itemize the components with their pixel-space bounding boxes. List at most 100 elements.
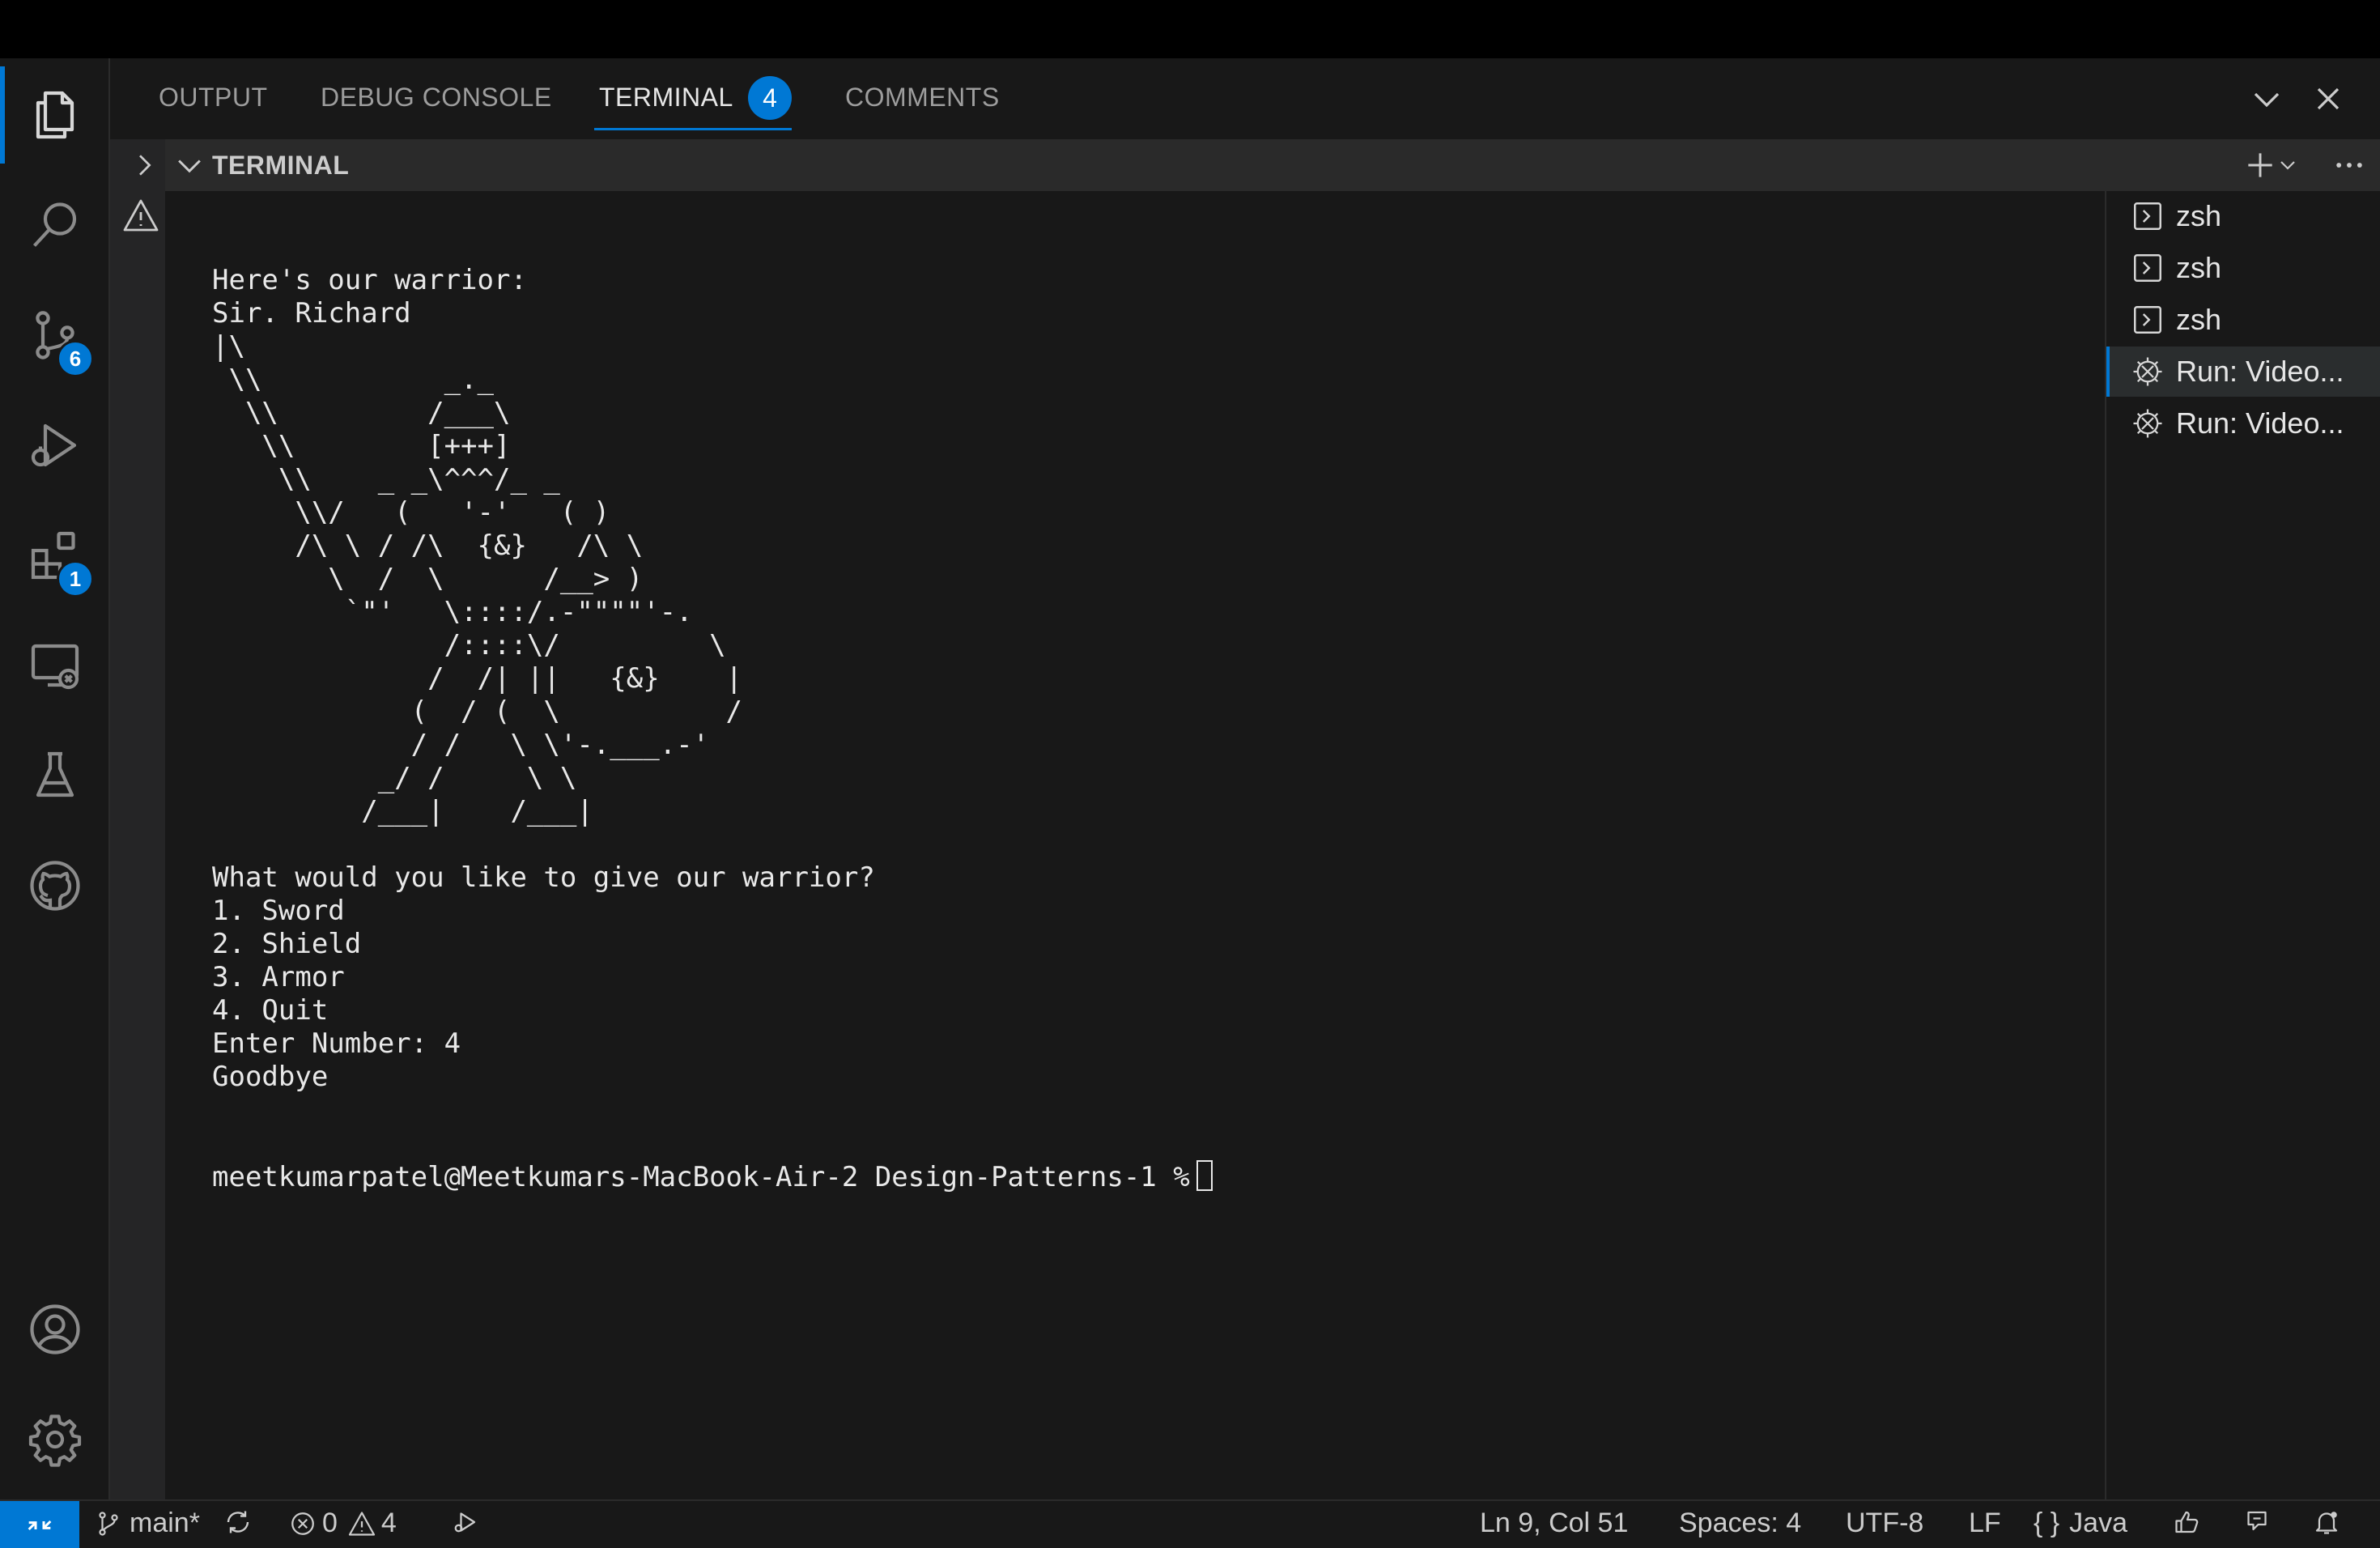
terminal-line: / / \ \'-.___.-': [212, 729, 710, 761]
run-debug-button[interactable]: [0, 397, 110, 494]
activity-bar: 6 1: [0, 58, 110, 1499]
warning-icon[interactable]: [121, 196, 160, 235]
terminal-line: What would you like to give our warrior?: [212, 861, 875, 894]
terminal-line: \\ /___\: [212, 397, 511, 429]
terminal-line: /___| /___|: [212, 795, 593, 827]
terminal-section-title: TERMINAL: [212, 151, 350, 180]
git-branch-icon: [99, 1511, 118, 1536]
thumbs-up-icon: [2175, 1511, 2199, 1533]
live-share-icon: [2247, 1511, 2267, 1531]
close-icon[interactable]: [2309, 79, 2348, 118]
terminal-list-label: zsh: [2176, 199, 2222, 232]
terminal-output: Here's our warrior: Sir. Richard |\ \\ _._…: [212, 198, 1213, 1261]
active-tab-indicator: [594, 128, 792, 130]
terminal-list-item[interactable]: Run: Video...: [2106, 398, 2380, 449]
terminal-line: Sir. Richard: [212, 297, 411, 330]
language-mode[interactable]: { } Java: [2034, 1508, 2127, 1539]
bell-icon: [2315, 1512, 2338, 1534]
notifications-button[interactable]: [2312, 1508, 2341, 1537]
terminal-line: 3. Armor: [212, 961, 345, 993]
add-terminal-icon[interactable]: [2242, 147, 2278, 183]
flask-icon: [36, 751, 74, 797]
branch-status[interactable]: main*: [94, 1508, 200, 1539]
manage-button[interactable]: [0, 1391, 110, 1488]
chevron-down-icon[interactable]: [172, 147, 207, 183]
more-actions-icon[interactable]: [2331, 147, 2367, 183]
feedback-button[interactable]: [2173, 1508, 2202, 1537]
terminal-line: 1. Sword: [212, 895, 345, 927]
indentation[interactable]: Spaces: 4: [1679, 1508, 1801, 1539]
github-button[interactable]: [0, 837, 110, 934]
sync-icon: [227, 1511, 249, 1533]
remote-explorer-icon: [31, 644, 79, 690]
tab-comments[interactable]: COMMENTS: [845, 83, 1000, 113]
extensions-button[interactable]: 1: [0, 507, 110, 604]
search-icon: [32, 202, 77, 247]
tab-output[interactable]: OUTPUT: [159, 83, 268, 113]
debug-icon: [2133, 409, 2162, 438]
terminal-line: \\ _._: [212, 364, 494, 396]
terminal-icon: [2134, 306, 2161, 334]
terminal-line: `"' \::::/.-""""'-.: [212, 596, 693, 628]
terminal-line: /::::\/ \: [212, 629, 726, 661]
search-button[interactable]: [0, 176, 110, 274]
status-bar: main* 0 4 Ln 9, Col 51 Spaces: 4 UTF-8 L…: [0, 1499, 2380, 1548]
branch-name: main*: [130, 1508, 200, 1538]
error-icon: [291, 1512, 314, 1535]
chevron-down-icon[interactable]: [2275, 147, 2301, 183]
terminal-icon: [2134, 202, 2161, 230]
extensions-badge: 1: [57, 560, 94, 598]
tab-debug-console[interactable]: DEBUG CONSOLE: [321, 83, 552, 113]
sync-button[interactable]: [223, 1508, 253, 1537]
terminal-line: _/ / \ \: [212, 762, 577, 794]
panel-gutter: [110, 139, 165, 1499]
chevron-down-icon[interactable]: [2247, 79, 2286, 118]
remote-icon: [28, 1520, 52, 1531]
error-count: 0: [322, 1508, 338, 1538]
terminal-line: /\ \ / /\ {&} /\ \: [212, 529, 644, 562]
explorer-button[interactable]: [0, 66, 110, 164]
terminal-list-label: zsh: [2176, 303, 2222, 336]
language-glyph: { }: [2034, 1508, 2060, 1538]
source-control-badge: 6: [57, 340, 94, 377]
source-control-button[interactable]: 6: [0, 287, 110, 384]
problems-status[interactable]: 0 4: [288, 1508, 397, 1539]
accounts-button[interactable]: [0, 1281, 110, 1378]
chevron-right-icon[interactable]: [128, 149, 160, 181]
end-of-line[interactable]: LF: [1969, 1508, 2001, 1539]
terminal-list-item[interactable]: Run: Video...: [2106, 347, 2380, 397]
run-debug-icon: [454, 1512, 476, 1533]
terminal-line: \\ _ _\^^^/_ _: [212, 463, 560, 495]
encoding[interactable]: UTF-8: [1846, 1508, 1923, 1539]
terminal-list-item[interactable]: zsh: [2106, 295, 2380, 345]
github-icon: [30, 861, 80, 911]
testing-button[interactable]: [0, 727, 110, 824]
terminal-list-label: Run: Video...: [2176, 355, 2344, 388]
remote-indicator[interactable]: [0, 1501, 79, 1548]
terminal-list-item[interactable]: zsh: [2106, 191, 2380, 241]
cursor-position[interactable]: Ln 9, Col 51: [1480, 1508, 1628, 1539]
terminal-list-item[interactable]: zsh: [2106, 243, 2380, 293]
terminal-list-label: zsh: [2176, 251, 2222, 284]
terminal-line: \\ [+++]: [212, 430, 511, 462]
terminal-line: / /| || {&} |: [212, 662, 743, 695]
run-status-button[interactable]: [450, 1508, 479, 1537]
warning-count: 4: [380, 1508, 397, 1538]
terminal-prompt-line: meetkumarpatel@Meetkumars-MacBook-Air-2 …: [212, 1160, 1213, 1194]
terminal-prompt: meetkumarpatel@Meetkumars-MacBook-Air-2 …: [212, 1161, 1190, 1193]
terminal-line: ( / ( \ /: [212, 695, 743, 728]
tab-terminal[interactable]: TERMINAL: [599, 83, 733, 113]
terminal-line: 2. Shield: [212, 928, 362, 960]
run-debug-icon: [31, 423, 77, 467]
remote-explorer-button[interactable]: [0, 617, 110, 714]
terminal-view[interactable]: Here's our warrior: Sir. Richard |\ \\ _._…: [165, 191, 2105, 1499]
language-name: Java: [2069, 1508, 2127, 1538]
live-share-button[interactable]: [2242, 1508, 2272, 1537]
terminal-line: |\: [212, 330, 245, 363]
terminal-count-badge: 4: [748, 76, 792, 120]
terminal-list: zsh zsh zsh Run: Video... Run: Video...: [2105, 191, 2380, 1499]
terminal-cursor: [1196, 1160, 1213, 1191]
terminal-line: 4. Quit: [212, 994, 329, 1027]
terminal-lines: Here's our warrior: Sir. Richard |\ \\ _._…: [212, 264, 1213, 1094]
